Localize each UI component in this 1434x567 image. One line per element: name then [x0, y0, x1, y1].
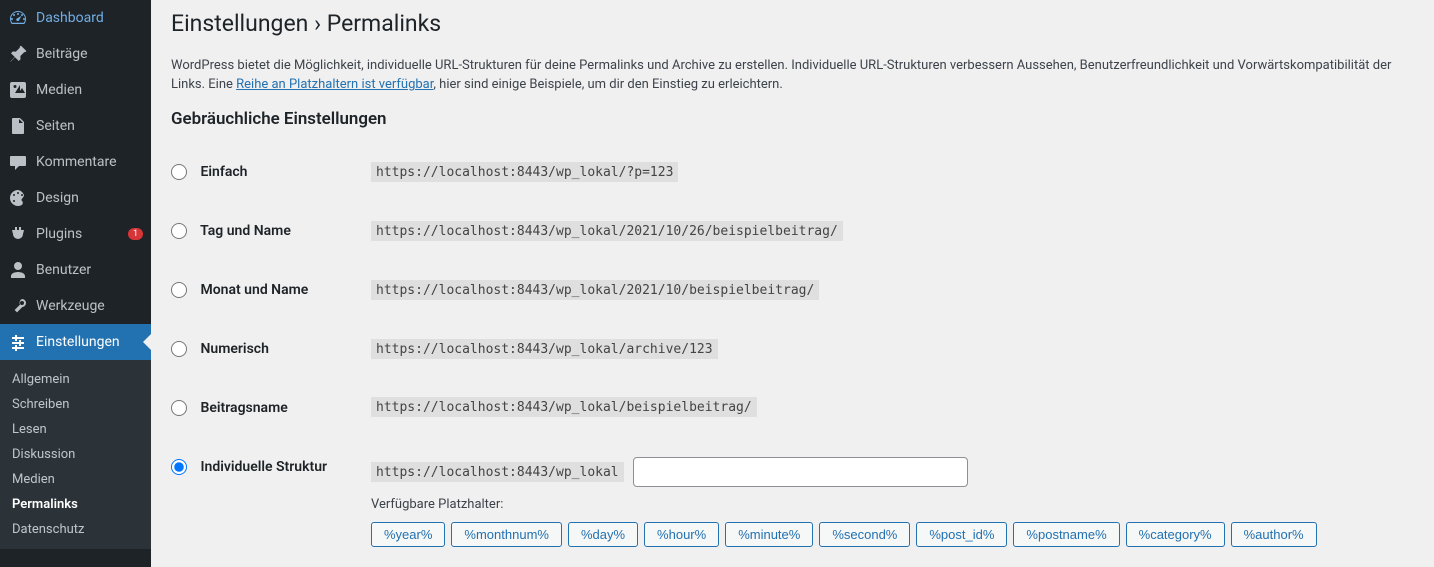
main-content: Einstellungen › Permalinks WordPress bie…	[151, 0, 1434, 567]
example-numeric: https://localhost:8443/wp_lokal/archive/…	[371, 339, 718, 359]
tag-day-button[interactable]: %day%	[568, 522, 638, 547]
option-numeric[interactable]: Numerisch	[171, 340, 269, 358]
update-count-badge: 1	[128, 228, 143, 241]
option-month-name[interactable]: Monat und Name	[171, 281, 308, 299]
sidebar-item-pages[interactable]: Seiten	[0, 108, 151, 144]
submenu-general[interactable]: Allgemein	[0, 367, 151, 392]
sidebar-item-label: Beiträge	[36, 45, 143, 63]
intro-paragraph: WordPress bietet die Möglichkeit, indivi…	[171, 56, 1414, 95]
sidebar-item-media[interactable]: Medien	[0, 72, 151, 108]
common-settings-heading: Gebräuchliche Einstellungen	[171, 109, 1414, 129]
sidebar-item-dashboard[interactable]: Dashboard	[0, 0, 151, 36]
sidebar-item-label: Dashboard	[36, 9, 143, 27]
example-postname: https://localhost:8443/wp_lokal/beispiel…	[371, 397, 757, 417]
option-postname[interactable]: Beitragsname	[171, 399, 288, 417]
settings-submenu: Allgemein Schreiben Lesen Diskussion Med…	[0, 360, 151, 549]
option-simple[interactable]: Einfach	[171, 163, 247, 181]
plugins-icon	[8, 224, 28, 244]
submenu-permalinks[interactable]: Permalinks	[0, 492, 151, 517]
sidebar-item-tools[interactable]: Werkzeuge	[0, 288, 151, 324]
appearance-icon	[8, 188, 28, 208]
pin-icon	[8, 44, 28, 64]
sidebar-item-label: Kommentare	[36, 153, 143, 171]
tag-postname-button[interactable]: %postname%	[1013, 522, 1119, 547]
sidebar-item-label: Design	[36, 189, 143, 207]
sidebar-item-label: Seiten	[36, 117, 143, 135]
sidebar-item-plugins[interactable]: Plugins 1	[0, 216, 151, 252]
custom-structure-input[interactable]	[633, 457, 968, 487]
settings-icon	[8, 332, 28, 352]
tag-monthnum-button[interactable]: %monthnum%	[451, 522, 562, 547]
page-title: Einstellungen › Permalinks	[171, 0, 1414, 43]
tag-minute-button[interactable]: %minute%	[725, 522, 813, 547]
tools-icon	[8, 296, 28, 316]
tag-hour-button[interactable]: %hour%	[644, 522, 719, 547]
sidebar-item-comments[interactable]: Kommentare	[0, 144, 151, 180]
tag-author-button[interactable]: %author%	[1231, 522, 1317, 547]
radio-custom[interactable]	[171, 459, 187, 475]
radio-numeric[interactable]	[171, 341, 187, 357]
tag-second-button[interactable]: %second%	[819, 522, 910, 547]
submenu-privacy[interactable]: Datenschutz	[0, 517, 151, 542]
submenu-media[interactable]: Medien	[0, 467, 151, 492]
sidebar-item-appearance[interactable]: Design	[0, 180, 151, 216]
permalink-options-table: Einfach https://localhost:8443/wp_lokal/…	[171, 143, 1414, 567]
sidebar-item-posts[interactable]: Beiträge	[0, 36, 151, 72]
sidebar-item-label: Medien	[36, 81, 143, 99]
sidebar-item-users[interactable]: Benutzer	[0, 252, 151, 288]
radio-simple[interactable]	[171, 164, 187, 180]
tag-postid-button[interactable]: %post_id%	[916, 522, 1007, 547]
option-day-name[interactable]: Tag und Name	[171, 222, 291, 240]
submenu-writing[interactable]: Schreiben	[0, 392, 151, 417]
placeholder-buttons: %year% %monthnum% %day% %hour% %minute% …	[371, 522, 1404, 547]
comments-icon	[8, 152, 28, 172]
sidebar-item-label: Einstellungen	[36, 333, 143, 351]
sidebar-item-settings[interactable]: Einstellungen	[0, 324, 151, 360]
radio-day-name[interactable]	[171, 223, 187, 239]
radio-postname[interactable]	[171, 400, 187, 416]
sidebar-item-label: Benutzer	[36, 261, 143, 279]
example-month-name: https://localhost:8443/wp_lokal/2021/10/…	[371, 280, 819, 300]
option-custom[interactable]: Individuelle Struktur	[171, 458, 327, 476]
tag-category-button[interactable]: %category%	[1126, 522, 1225, 547]
media-icon	[8, 80, 28, 100]
dashboard-icon	[8, 8, 28, 28]
tag-year-button[interactable]: %year%	[371, 522, 445, 547]
radio-month-name[interactable]	[171, 282, 187, 298]
users-icon	[8, 260, 28, 280]
submenu-discussion[interactable]: Diskussion	[0, 442, 151, 467]
placeholders-docs-link[interactable]: Reihe an Platzhaltern ist verfügbar	[236, 77, 433, 92]
available-placeholders-label: Verfügbare Platzhalter:	[371, 497, 1404, 514]
admin-sidebar: Dashboard Beiträge Medien Seiten Komment…	[0, 0, 151, 567]
example-day-name: https://localhost:8443/wp_lokal/2021/10/…	[371, 221, 843, 241]
pages-icon	[8, 116, 28, 136]
sidebar-item-label: Plugins	[36, 225, 124, 243]
example-custom-base: https://localhost:8443/wp_lokal	[371, 462, 624, 482]
submenu-reading[interactable]: Lesen	[0, 417, 151, 442]
sidebar-item-label: Werkzeuge	[36, 297, 143, 315]
example-simple: https://localhost:8443/wp_lokal/?p=123	[371, 162, 678, 182]
